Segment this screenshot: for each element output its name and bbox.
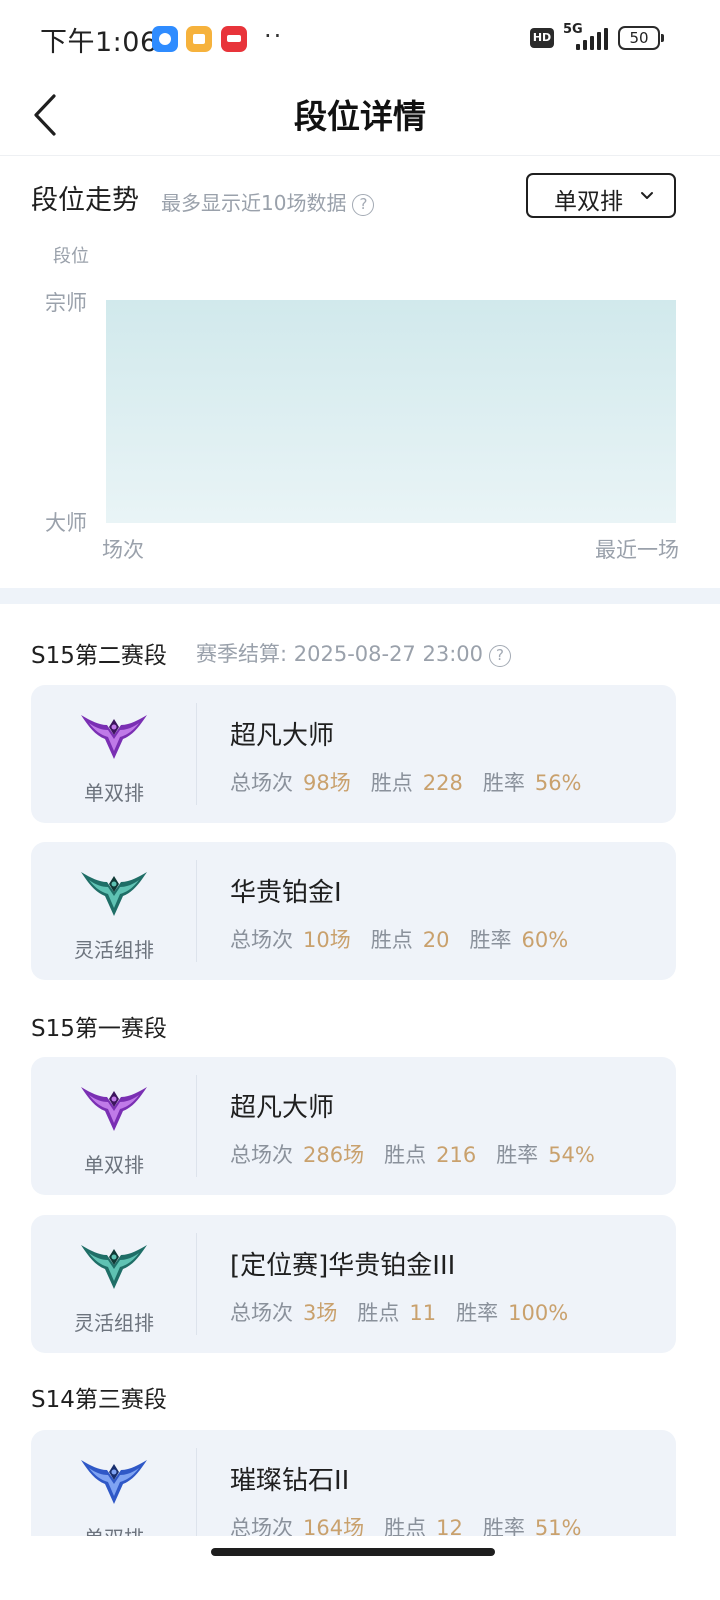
notification-news-icon: [221, 26, 247, 52]
rank-card[interactable]: 单双排 超凡大师总场次 98场 胜点 228 胜率 56%: [31, 685, 676, 823]
winrate-value: 60%: [521, 928, 569, 952]
queue-label: 灵活组排: [74, 938, 154, 962]
games-label: 总场次: [230, 771, 293, 795]
lp-value: 11: [409, 1301, 437, 1325]
trend-hint-text: 最多显示近10场数据: [161, 191, 347, 215]
winrate-value: 54%: [548, 1143, 595, 1167]
status-time: 下午1:06: [40, 27, 158, 58]
season-settle-info: 赛季结算: 2025-08-27 23:00?: [196, 638, 511, 668]
rank-card-queue: 单双排: [31, 685, 197, 823]
games-label: 总场次: [230, 928, 293, 952]
rank-name: [定位赛]华贵铂金III: [230, 1251, 456, 1281]
lp-value: 216: [436, 1143, 477, 1167]
winrate-label: 胜率: [469, 928, 512, 952]
home-indicator[interactable]: [211, 1548, 495, 1556]
lp-label: 胜点: [370, 771, 413, 795]
card-divider: [196, 703, 197, 805]
diamond-emblem-icon: [79, 1454, 149, 1510]
queue-selector-dropdown[interactable]: 单双排: [526, 173, 676, 218]
bottom-safe-area: [0, 1536, 720, 1600]
winrate-value: 100%: [508, 1301, 569, 1325]
section-divider: [0, 588, 720, 604]
notification-notes-icon: [186, 26, 212, 52]
y-tick-label-bottom: 大师: [45, 511, 87, 535]
hd-icon: HD: [530, 28, 554, 48]
season-title: S15第二赛段: [31, 643, 167, 669]
games-value: 10场: [303, 928, 351, 952]
winrate-label: 胜率: [456, 1301, 499, 1325]
season-title: S14第三赛段: [31, 1387, 167, 1413]
notification-app-icon: [152, 26, 178, 52]
rank-name: 华贵铂金I: [230, 878, 342, 908]
lp-label: 胜点: [357, 1301, 400, 1325]
games-value: 3场: [303, 1301, 338, 1325]
queue-selector-label: 单双排: [554, 189, 623, 215]
rank-card[interactable]: 灵活组排 [定位赛]华贵铂金III 总场次 3场 胜点 11 胜率 100%: [31, 1215, 676, 1353]
x-axis-label-left: 场次: [102, 538, 144, 562]
battery-icon: 50: [618, 26, 664, 50]
rank-stats: 总场次 98场 胜点 228 胜率 56%: [230, 767, 582, 797]
winrate-value: 56%: [534, 771, 582, 795]
rank-name: 璀璨钻石II: [230, 1466, 350, 1496]
games-value: 98场: [303, 771, 351, 795]
page-title: 段位详情: [294, 97, 426, 136]
lp-label: 胜点: [384, 1143, 427, 1167]
card-divider: [196, 1075, 197, 1177]
card-divider: [196, 860, 197, 962]
rank-card[interactable]: 单双排 超凡大师总场次 286场 胜点 216 胜率 54%: [31, 1057, 676, 1195]
trend-title: 段位走势: [31, 185, 139, 216]
card-divider: [196, 1233, 197, 1335]
rank-card-queue: 单双排: [31, 1057, 197, 1195]
season-settle-text: 赛季结算: 2025-08-27 23:00: [196, 642, 483, 666]
rank-stats: 总场次 286场 胜点 216 胜率 54%: [230, 1139, 595, 1169]
x-axis-label-right: 最近一场: [595, 538, 679, 562]
trend-hint: 最多显示近10场数据?: [161, 187, 375, 216]
rank-name: 超凡大师: [230, 721, 335, 751]
season-title: S15第一赛段: [31, 1016, 167, 1042]
platinum-emblem-icon: [79, 866, 149, 922]
y-axis-label: 段位: [53, 246, 89, 267]
question-circle-icon[interactable]: ?: [352, 194, 375, 216]
winrate-label: 胜率: [482, 771, 525, 795]
queue-label: 灵活组排: [74, 1311, 154, 1335]
queue-label: 单双排: [84, 1153, 144, 1177]
rank-card-queue: 灵活组排: [31, 1215, 197, 1353]
rank-stats: 总场次 10场 胜点 20 胜率 60%: [230, 924, 568, 954]
rank-name: 超凡大师: [230, 1093, 335, 1123]
rank-stats: 总场次 3场 胜点 11 胜率 100%: [230, 1297, 568, 1327]
card-divider: [196, 1448, 197, 1550]
lp-value: 228: [422, 771, 463, 795]
app-header: 段位详情: [0, 76, 720, 156]
question-circle-icon[interactable]: ?: [489, 645, 511, 667]
rank-card-queue: 灵活组排: [31, 842, 197, 980]
rank-trend-svg: 段位 宗师 大师 场次 最近一场: [45, 246, 679, 562]
rank-area-series: [106, 300, 676, 523]
games-value: 286场: [303, 1143, 365, 1167]
games-label: 总场次: [230, 1301, 293, 1325]
platinum-emblem-icon: [79, 1239, 149, 1295]
more-notifications-icon: ··: [264, 22, 284, 50]
rank-trend-chart: 段位 宗师 大师 场次 最近一场: [0, 238, 720, 578]
rank-card[interactable]: 灵活组排 华贵铂金I 总场次 10场 胜点 20 胜率 60%: [31, 842, 676, 980]
lp-label: 胜点: [370, 928, 413, 952]
games-label: 总场次: [230, 1143, 293, 1167]
lp-value: 20: [422, 928, 450, 952]
queue-label: 单双排: [84, 781, 144, 805]
signal-icon: [570, 28, 610, 50]
master-emblem-icon: [79, 1081, 149, 1137]
plot-area: [106, 300, 676, 523]
winrate-label: 胜率: [496, 1143, 539, 1167]
chevron-down-icon: [641, 192, 653, 199]
y-tick-label-top: 宗师: [45, 291, 87, 315]
status-bar: 下午1:06 ·· HD 5G 50: [0, 0, 720, 76]
master-emblem-icon: [79, 709, 149, 765]
